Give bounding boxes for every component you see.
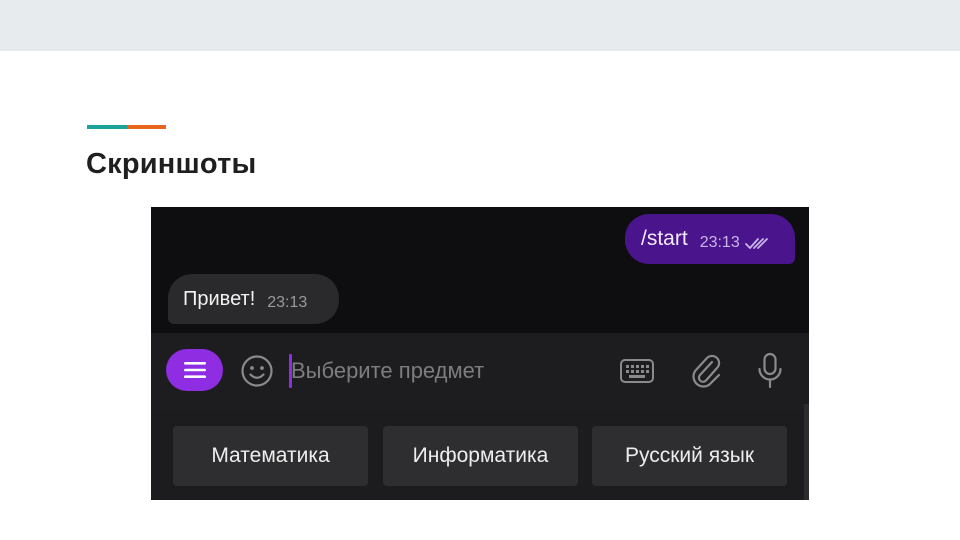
message-input[interactable] [291,353,591,389]
reply-keyboard: Математика Информатика Русский язык [151,411,809,500]
menu-icon [183,362,206,378]
paperclip-icon[interactable] [689,353,723,389]
outgoing-message-time: 23:13 [699,234,740,251]
chat-area: /start 23:13 Привет! 23:13 [151,207,809,333]
messenger-screenshot: /start 23:13 Привет! 23:13 Выберите пред… [151,207,809,500]
incoming-message-text: Привет! [183,287,256,310]
smile-icon[interactable] [240,354,274,388]
outgoing-message[interactable]: /start 23:13 [625,214,795,264]
double-check-icon [744,238,768,249]
outgoing-message-text: /start [641,227,688,250]
keyboard-scrollbar[interactable] [804,404,809,500]
keyboard-icon[interactable] [619,357,655,385]
incoming-message[interactable]: Привет! 23:13 [168,274,339,324]
accent-bar-orange [127,125,166,129]
slide-title: Скриншоты [86,148,257,180]
keyboard-option-russian[interactable]: Русский язык [592,426,787,486]
keyboard-option-informatics[interactable]: Информатика [383,426,578,486]
microphone-icon[interactable] [756,352,784,390]
keyboard-option-math[interactable]: Математика [173,426,368,486]
message-input-bar [151,333,809,411]
top-band [0,0,960,51]
accent-bar-teal [87,125,127,129]
incoming-message-time: 23:13 [267,294,308,311]
bot-menu-button[interactable] [166,349,223,391]
